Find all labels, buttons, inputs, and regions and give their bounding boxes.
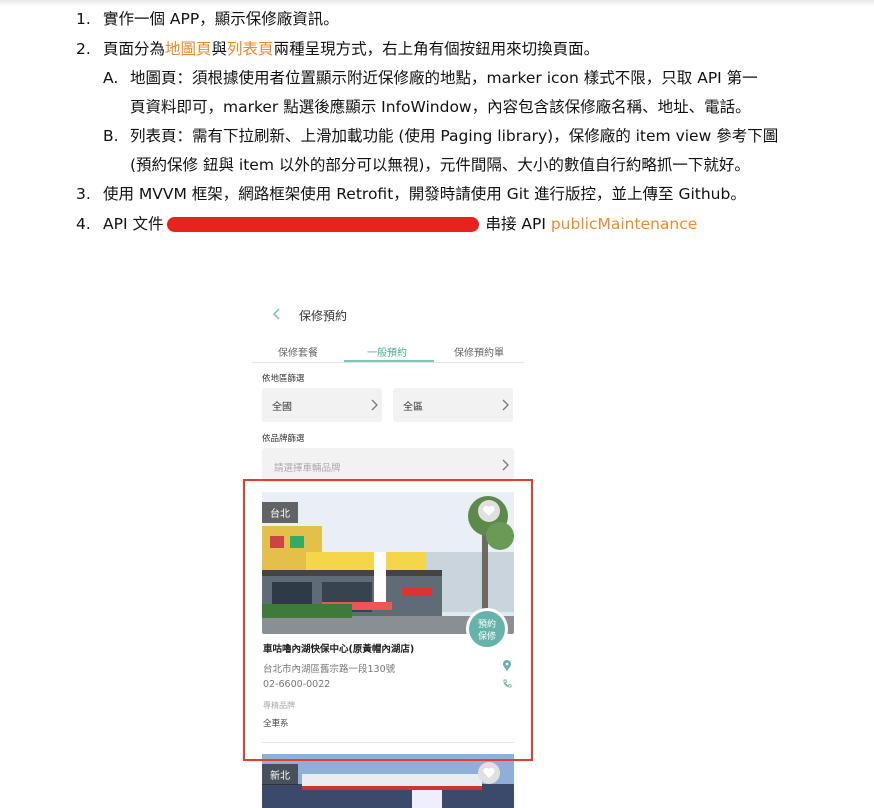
app-title: 保修預約 [299, 309, 348, 323]
favorite-button-2[interactable] [478, 762, 500, 784]
item-text-post: 兩種呈現方式，右上角有個按鈕用來切換頁面。 [273, 40, 600, 58]
item-text: 頁面分為地圖頁與列表頁兩種呈現方式，右上角有個按鈕用來切換頁面。 [103, 38, 599, 60]
heart-icon [483, 767, 495, 778]
brand-filter-label: 依品牌篩選 [262, 434, 305, 444]
brand-placeholder: 請選擇車輛品牌 [274, 463, 341, 474]
item-number: 1. [76, 10, 91, 28]
item-text: 實作一個 APP，顯示保修廠資訊。 [103, 10, 339, 28]
api-connect-label: 串接 API [485, 215, 546, 233]
sub-letter: B. [103, 127, 119, 145]
item-text-mid: 與 [211, 40, 228, 58]
tab-general-booking[interactable]: 一般預約 [367, 344, 407, 359]
redacted-url [167, 217, 480, 232]
list-item-4: 4. API 文件 串接 API publicMaintenance [76, 213, 697, 235]
item-number: 3. [76, 185, 91, 203]
item-view-highlight-box [243, 479, 533, 761]
sub-text-line1: 列表頁：需有下拉刷新、上滑加載功能 (使用 Paging library)，保修… [130, 127, 779, 145]
item-text: API 文件 串接 API publicMaintenance [103, 213, 697, 235]
city-select[interactable]: 全國 [262, 388, 382, 422]
district-value: 全區 [403, 402, 423, 413]
list-item-2: 2. 頁面分為地圖頁與列表頁兩種呈現方式，右上角有個按鈕用來切換頁面。 [76, 38, 599, 60]
sub-text-line1: 地圖頁：須根據使用者位置顯示附近保修廠的地點，marker icon 樣式不限，… [130, 69, 758, 87]
brand-select[interactable]: 請選擇車輛品牌 [262, 448, 514, 482]
sub-letter: A. [103, 69, 119, 87]
active-tab-indicator [344, 360, 434, 362]
city-value: 全國 [272, 402, 292, 413]
public-maintenance-link[interactable]: publicMaintenance [551, 215, 697, 233]
sub-item-b: B. 列表頁：需有下拉刷新、上滑加載功能 (使用 Paging library)… [103, 125, 778, 147]
item-text: 使用 MVVM 框架，網路框架使用 Retrofit，開發時請使用 Git 進行… [103, 185, 746, 203]
list-item-1: 1. 實作一個 APP，顯示保修廠資訊。 [76, 8, 339, 30]
chevron-right-icon [502, 399, 509, 411]
sub-item-a-line2: 頁資料即可，marker 點選後應顯示 InfoWindow，內容包含該保修廠名… [130, 98, 751, 116]
shop-building-image-2 [262, 754, 514, 808]
shop-photo-2[interactable]: 新北 [262, 754, 514, 808]
item-number: 4. [76, 215, 91, 233]
chevron-right-icon [502, 459, 509, 471]
region-filter-label: 依地區篩選 [262, 374, 305, 384]
map-page-link[interactable]: 地圖頁 [165, 40, 212, 58]
app-header: 保修預約 [252, 290, 524, 338]
tab-booking-orders[interactable]: 保修預約單 [454, 344, 504, 359]
sub-item-b-line2: (預約保修 鈕與 item 以外的部分可以無視)，元件間隔、大小的數值自行約略抓… [130, 156, 750, 174]
list-item-3: 3. 使用 MVVM 框架，網路框架使用 Retrofit，開發時請使用 Git… [76, 183, 746, 205]
list-page-link[interactable]: 列表頁 [227, 40, 274, 58]
page-top-shadow [0, 0, 874, 6]
sub-item-a: A. 地圖頁：須根據使用者位置顯示附近保修廠的地點，marker icon 樣式… [103, 67, 758, 89]
back-arrow-icon[interactable] [270, 306, 284, 322]
item-text-pre: 頁面分為 [103, 40, 166, 58]
item-number: 2. [76, 40, 91, 58]
tab-packages[interactable]: 保修套餐 [278, 344, 318, 359]
api-doc-label: API 文件 [103, 215, 164, 233]
district-select[interactable]: 全區 [393, 388, 513, 422]
chevron-right-icon [371, 399, 378, 411]
region-badge-2: 新北 [262, 764, 298, 785]
